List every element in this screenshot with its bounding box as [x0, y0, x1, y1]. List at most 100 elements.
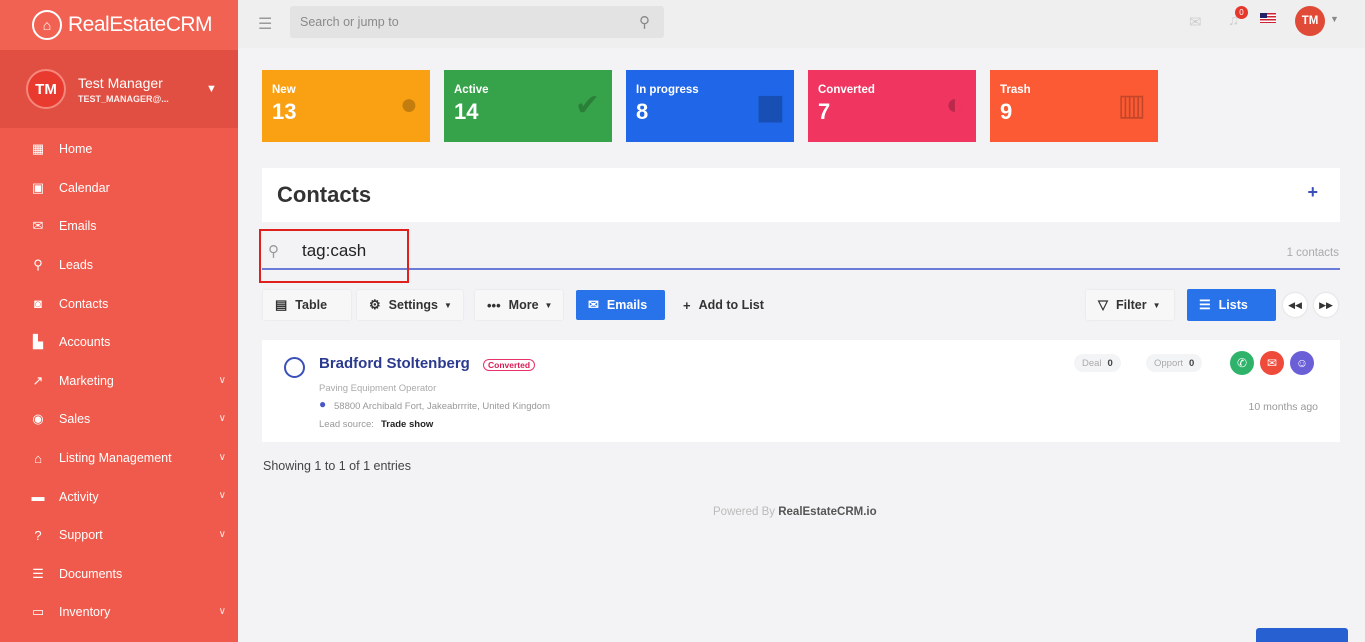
sidebar-item-listing-management[interactable]: ⌂ Listing Management ∨ — [0, 439, 238, 478]
map-pin-icon: ● — [319, 397, 327, 411]
briefcase-icon: ▬ — [31, 489, 45, 505]
sidebar-item-label: Home — [59, 142, 93, 157]
more-button[interactable]: ••• More ▼ — [475, 290, 563, 320]
sidebar: ⌂ RealEstateCRM TM Test Manager TEST_MAN… — [0, 0, 238, 642]
us-flag-icon[interactable] — [1260, 13, 1276, 23]
sidebar-item-leads[interactable]: ⚲ Leads — [0, 246, 238, 285]
trash-icon: ▥ — [1117, 89, 1146, 122]
sidebar-item-label: Sales — [59, 412, 91, 427]
stat-card-in-progress[interactable]: In progress 8 ▆ — [626, 70, 794, 142]
search-input[interactable] — [290, 6, 620, 38]
avatar[interactable]: TM — [1295, 6, 1325, 36]
gear-icon: ⚙ — [369, 297, 381, 312]
stat-card-active[interactable]: Active 14 ✔ — [444, 70, 612, 142]
sidebar-nav: ▦ Home ▣ Calendar ✉ Emails ⚲ Leads ◙ Contacts… — [0, 128, 238, 632]
row-select-radio[interactable] — [284, 357, 305, 378]
user-email: TEST_MANAGER@... — [78, 93, 169, 104]
trend-icon: ↗ — [32, 372, 44, 388]
sidebar-item-documents[interactable]: ☰ Documents — [0, 555, 238, 594]
lists-button[interactable]: ☰ Lists — [1187, 289, 1276, 321]
calendar-icon: ▣ — [31, 179, 45, 195]
emails-button[interactable]: ✉ Emails — [576, 290, 665, 320]
settings-button[interactable]: ⚙ Settings ▼ — [357, 290, 463, 320]
search-icon: ⚲ — [33, 257, 43, 273]
footer-prefix: Powered By — [713, 506, 776, 518]
table-row[interactable]: Bradford Stoltenberg Converted Paving Eq… — [262, 340, 1340, 442]
sidebar-item-label: Listing Management — [59, 451, 172, 466]
call-button[interactable]: ✆ — [1230, 351, 1254, 375]
chevron-down-icon[interactable]: ▼ — [1330, 14, 1339, 24]
user-profile[interactable]: TM Test Manager TEST_MANAGER@... ▼ — [0, 50, 238, 128]
add-contact-button[interactable]: + — [1307, 182, 1318, 203]
caret-down-icon: ▼ — [443, 300, 452, 310]
contact-filter: ⚲ — [262, 232, 1340, 270]
add-to-list-button[interactable]: + Add to List — [671, 290, 781, 320]
sidebar-item-accounts[interactable]: ▙ Accounts — [0, 323, 238, 362]
sidebar-item-label: Calendar — [59, 180, 110, 195]
footer: Powered By RealEstateCRM.io — [713, 506, 877, 518]
building-icon: ▙ — [33, 334, 43, 350]
user-name: Test Manager — [78, 74, 163, 91]
chevron-down-icon: ∨ — [218, 374, 226, 386]
laptop-icon: ▭ — [31, 604, 45, 620]
contact-name-link[interactable]: Bradford Stoltenberg — [319, 355, 470, 372]
chart-house-icon: ⌂ — [32, 10, 62, 40]
last-page-icon[interactable]: ▶▶ — [1314, 293, 1338, 317]
person-icon: ● — [399, 88, 418, 121]
stat-card-trash[interactable]: Trash 9 ▥ — [990, 70, 1158, 142]
highlight-annotation — [259, 229, 409, 283]
sidebar-item-activity[interactable]: ▬ Activity ∨ — [0, 477, 238, 516]
sidebar-item-label: Contacts — [59, 296, 109, 311]
sidebar-item-calendar[interactable]: ▣ Calendar — [0, 169, 238, 208]
sidebar-item-label: Leads — [59, 258, 94, 273]
sidebar-item-contacts[interactable]: ◙ Contacts — [0, 284, 238, 323]
mail-icon[interactable]: ✉ — [1189, 13, 1202, 31]
sidebar-item-inventory[interactable]: ▭ Inventory ∨ — [0, 593, 238, 632]
opportunity-count-pill[interactable]: Opport 0 — [1146, 354, 1203, 372]
phone-icon: ✆ — [1236, 356, 1248, 370]
sidebar-item-emails[interactable]: ✉ Emails — [0, 207, 238, 246]
page-title: Contacts — [277, 182, 372, 207]
chat-widget-button[interactable] — [1256, 628, 1348, 642]
sidebar-item-marketing[interactable]: ↗ Marketing ∨ — [0, 362, 238, 401]
stat-card-converted[interactable]: Converted 7 ◐ — [808, 70, 976, 142]
help-icon: ? — [34, 527, 42, 543]
menu-icon[interactable]: ☰ — [258, 14, 272, 34]
funnel-icon: ▽ — [1098, 297, 1108, 312]
pagination-info: Showing 1 to 1 of 1 entries — [263, 459, 412, 473]
sidebar-item-label: Marketing — [59, 373, 114, 388]
sidebar-item-sales[interactable]: ◉ Sales ∨ — [0, 400, 238, 439]
contact-count: 1 contacts — [1286, 247, 1339, 259]
table-view-button[interactable]: ▤ Table — [263, 290, 351, 320]
footer-brand-link[interactable]: RealEstateCRM.io — [778, 506, 876, 518]
email-button[interactable]: ✉ — [1260, 351, 1284, 375]
notification-badge: 0 — [1235, 6, 1248, 19]
half-circle-icon: ◐ — [945, 88, 964, 121]
search-icon[interactable]: ⚲ — [639, 13, 650, 31]
caret-down-icon: ▼ — [544, 300, 553, 310]
target-icon: ◉ — [32, 411, 44, 427]
list-icon: ☰ — [32, 565, 44, 581]
plus-icon: + — [683, 297, 691, 313]
contact-address: 58800 Archibald Fort, Jakeabrrrite, Unit… — [334, 401, 550, 412]
last-updated: 10 months ago — [1248, 401, 1318, 413]
sidebar-item-support[interactable]: ? Support ∨ — [0, 516, 238, 555]
house-icon: ⌂ — [34, 450, 42, 466]
user-plus-icon: ☺ — [1295, 356, 1309, 370]
filter-button[interactable]: ▽ Filter ▼ — [1086, 290, 1174, 320]
stat-card-new[interactable]: New 13 ● — [262, 70, 430, 142]
first-page-icon[interactable]: ◀◀ — [1283, 293, 1307, 317]
brand-logo[interactable]: ⌂ RealEstateCRM — [0, 0, 238, 50]
envelope-icon: ✉ — [1266, 356, 1278, 370]
lead-source-label: Lead source: — [319, 419, 374, 430]
deal-count-pill[interactable]: Deal 0 — [1074, 354, 1121, 372]
lead-source-value: Trade show — [381, 419, 434, 430]
sidebar-item-home[interactable]: ▦ Home — [0, 130, 238, 169]
global-search: ⚲ — [290, 6, 664, 38]
sidebar-item-label: Inventory — [59, 605, 111, 620]
chevron-down-icon: ∨ — [218, 490, 226, 502]
chevron-down-icon: ∨ — [218, 606, 226, 618]
briefcase-icon: ▆ — [758, 89, 782, 122]
assign-user-button[interactable]: ☺ — [1290, 351, 1314, 375]
sidebar-item-label: Emails — [59, 219, 97, 234]
